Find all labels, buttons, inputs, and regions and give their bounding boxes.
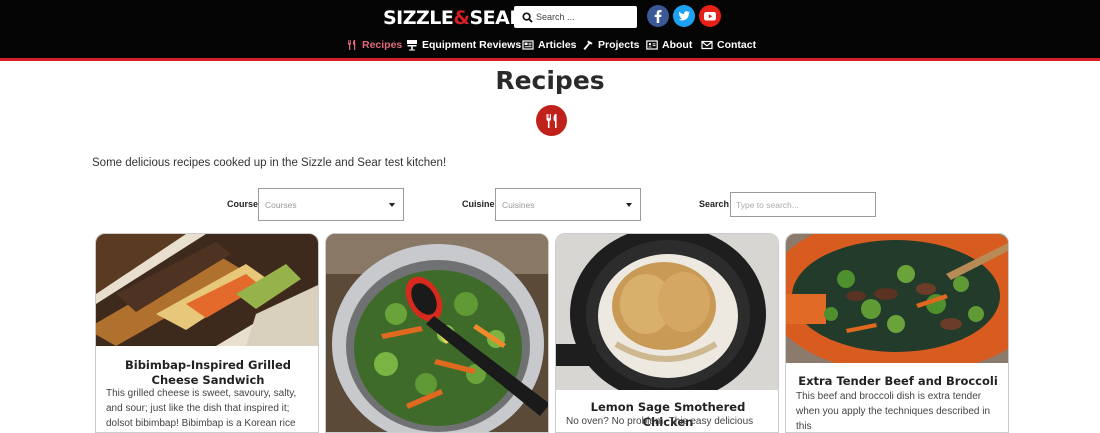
logo-text-left: SIZZLE [383,7,454,29]
course-filter-label: Course [227,199,259,209]
page-title: Recipes [495,66,605,95]
cuisine-filter-label: Cuisine [462,199,495,209]
nav-label: Equipment Reviews [422,39,522,51]
nav-articles[interactable]: Articles [522,37,577,53]
search-filter-label: Search [699,199,730,209]
nav-label: Projects [598,39,640,51]
twitter-icon[interactable] [673,5,695,27]
nav-label: Contact [717,39,757,51]
chevron-down-icon [389,203,395,207]
course-select[interactable]: Courses [258,188,404,221]
recipe-image[interactable] [556,234,779,390]
header-accent-line [0,58,1100,61]
newspaper-icon [522,40,534,50]
nav-label: Recipes [362,39,403,51]
hammer-icon [583,40,593,50]
site-header: SIZZLE&SEAR Recipes Equipment Reviews Ar… [0,0,1100,58]
grill-icon [407,40,417,51]
card-title[interactable]: Bibimbap-Inspired Grilled Cheese Sandwic… [106,358,310,388]
utensils-icon [536,105,567,136]
logo-ampersand: & [453,7,470,29]
envelope-icon [701,40,713,50]
nav-equipment-reviews[interactable]: Equipment Reviews [406,37,521,53]
nav-label: About [662,39,693,51]
recipe-card[interactable] [325,233,549,433]
recipe-image[interactable] [96,234,319,346]
id-card-icon [646,40,658,50]
recipe-card[interactable]: Lemon Sage Smothered Chicken No oven? No… [555,233,779,433]
cuisine-select-value: Cuisines [502,199,535,210]
card-description: This beef and broccoli dish is extra ten… [796,391,991,432]
cuisine-select[interactable]: Cuisines [495,188,641,221]
intro-text: Some delicious recipes cooked up in the … [92,157,447,169]
header-search-input[interactable] [536,12,631,22]
recipe-card[interactable]: Extra Tender Beef and Broccoli This beef… [785,233,1009,433]
nav-label: Articles [538,39,577,51]
nav-about[interactable]: About [646,37,692,53]
course-select-value: Courses [265,199,297,210]
recipe-image[interactable] [326,234,549,433]
card-title[interactable]: Extra Tender Beef and Broccoli [796,374,1000,389]
card-description: This grilled cheese is sweet, savoury, s… [106,388,297,429]
recipe-card[interactable]: Bibimbap-Inspired Grilled Cheese Sandwic… [95,233,319,433]
site-logo[interactable]: SIZZLE&SEAR [383,7,524,29]
nav-recipes[interactable]: Recipes [346,37,402,53]
search-icon [522,11,533,23]
utensils-icon [348,40,356,50]
chevron-down-icon [626,203,632,207]
facebook-icon[interactable] [647,5,669,27]
recipe-image[interactable] [786,234,1009,363]
recipe-search-input[interactable] [730,192,876,217]
header-search[interactable] [514,6,637,28]
nav-contact[interactable]: Contact [701,37,756,53]
nav-projects[interactable]: Projects [582,37,639,53]
youtube-icon[interactable] [699,5,721,27]
